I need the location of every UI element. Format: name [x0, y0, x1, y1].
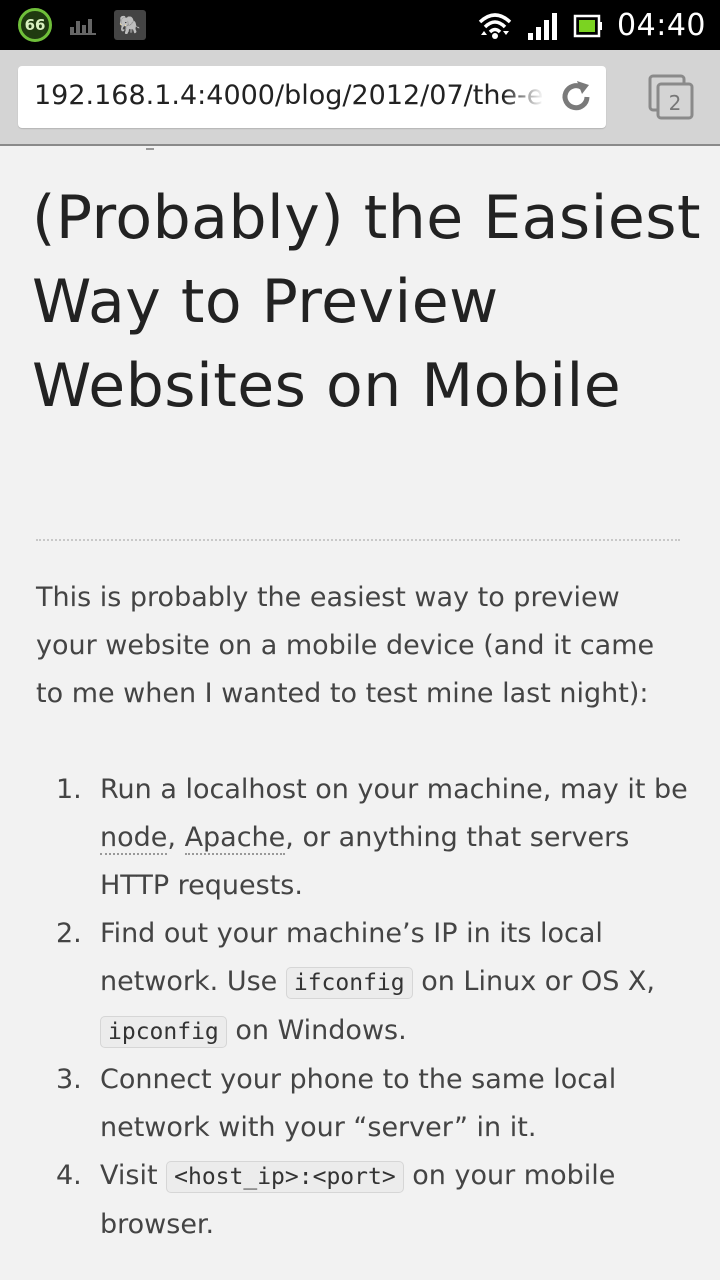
wifi-icon [477, 11, 513, 41]
step-text: on Windows. [226, 1015, 407, 1046]
badge-66-icon: 66 [18, 8, 52, 42]
step-number: 4. [56, 1160, 82, 1191]
page-content: (Probably) the Easiest Way to Preview We… [0, 148, 720, 1280]
step-text: Visit [100, 1160, 167, 1191]
ifconfig-code: ifconfig [285, 967, 413, 999]
step-number: 3. [56, 1064, 82, 1095]
host-port-code: <host_ip>:<port> [166, 1161, 404, 1193]
apache-link[interactable]: Apache [184, 822, 286, 855]
post-title: (Probably) the Easiest Way to Preview We… [32, 183, 702, 421]
evernote-icon: 🐘 [114, 10, 146, 40]
step-text: , [167, 822, 185, 853]
intro-paragraph: This is probably the easiest way to prev… [36, 582, 655, 709]
step-number: 1. [56, 774, 82, 805]
step-text: on Linux or OS X, [412, 966, 656, 997]
url-text[interactable]: 192.168.1.4:4000/blog/2012/07/the-easies… [34, 80, 544, 116]
list-item: 2. Find out your machine’s IP in its loc… [56, 910, 696, 1056]
battery-icon [573, 14, 603, 38]
tabs-button[interactable]: 2 [648, 74, 696, 122]
ipconfig-code: ipconfig [100, 1016, 227, 1048]
title-divider [36, 539, 680, 541]
list-item: 4. Visit <host_ip>:<port> on your mobile… [56, 1152, 696, 1249]
status-clock: 04:40 [617, 8, 706, 43]
system-icons: 04:40 [477, 8, 706, 43]
tabs-icon: 2 [648, 74, 694, 120]
list-item: 3. Connect your phone to the same local … [56, 1056, 696, 1152]
signal-icon [527, 11, 559, 41]
scrolled-text-remnant [146, 148, 154, 150]
step-text: Run a localhost on your machine, may it … [100, 774, 688, 805]
node-link[interactable]: node [100, 822, 168, 855]
step-text: Connect your phone to the same local net… [100, 1064, 617, 1143]
status-bar: 66 🐘 04:40 [0, 0, 720, 50]
url-bar[interactable]: 192.168.1.4:4000/blog/2012/07/the-easies… [18, 66, 606, 128]
browser-toolbar: 192.168.1.4:4000/blog/2012/07/the-easies… [0, 50, 720, 146]
reload-icon[interactable] [558, 79, 594, 115]
stats-bars-icon [70, 15, 96, 35]
notification-icons: 66 🐘 [18, 8, 146, 42]
steps-list: 1. Run a localhost on your machine, may … [56, 766, 696, 1249]
list-item: 1. Run a localhost on your machine, may … [56, 766, 696, 910]
tab-count: 2 [669, 91, 682, 115]
step-number: 2. [56, 918, 82, 949]
